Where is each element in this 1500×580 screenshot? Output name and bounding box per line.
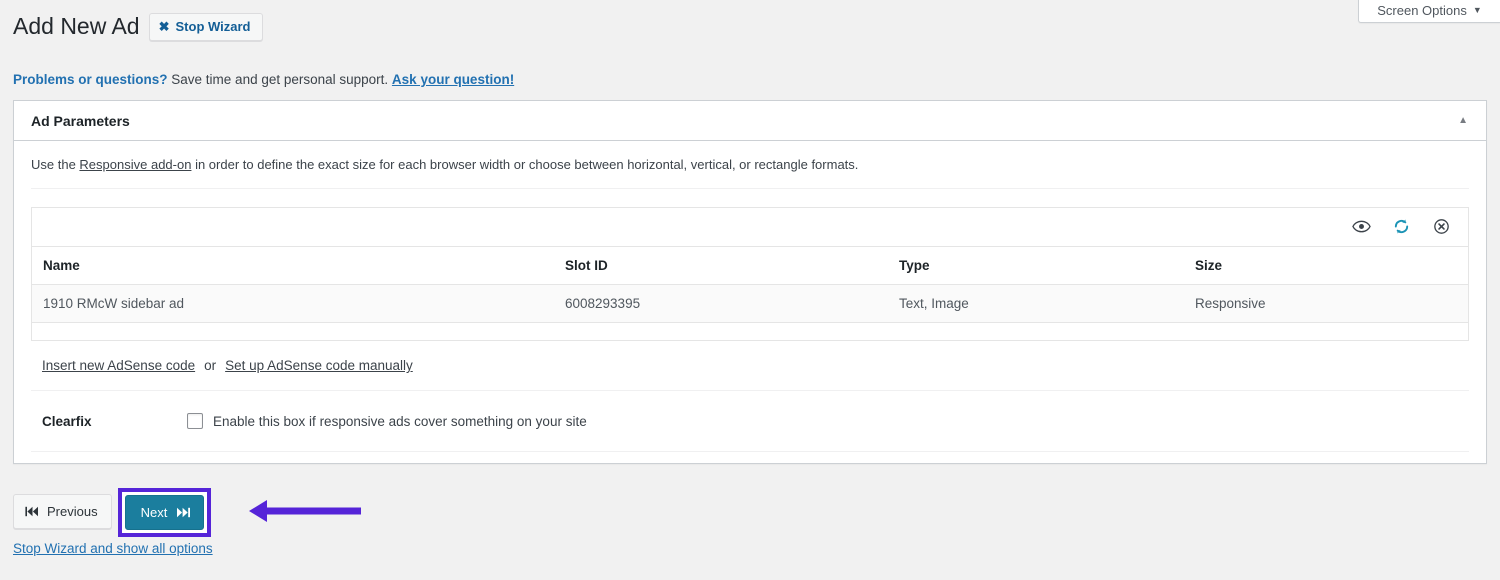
clearfix-checkbox-label[interactable]: Enable this box if responsive ads cover … (213, 414, 587, 429)
set-up-adsense-code-manually-link[interactable]: Set up AdSense code manually (225, 358, 413, 373)
chevron-down-icon: ▼ (1473, 6, 1482, 15)
column-header-size[interactable]: Size (1184, 247, 1468, 285)
column-header-name[interactable]: Name (32, 247, 554, 285)
double-arrow-left-icon (25, 506, 40, 517)
support-notice: Problems or questions? Save time and get… (13, 71, 514, 90)
column-header-type[interactable]: Type (888, 247, 1184, 285)
column-header-slot-id[interactable]: Slot ID (554, 247, 888, 285)
refresh-icon[interactable] (1388, 214, 1414, 240)
cell-type: Text, Image (888, 284, 1184, 322)
responsive-helper-text: Use the Responsive add-on in order to de… (31, 141, 1469, 189)
clearfix-field-row: Clearfix Enable this box if responsive a… (31, 391, 1469, 452)
table-row[interactable]: 1910 RMcW sidebar ad 6008293395 Text, Im… (32, 284, 1468, 322)
cell-name: 1910 RMcW sidebar ad (32, 284, 554, 322)
support-notice-text: Save time and get personal support. (168, 72, 392, 87)
wizard-button-bar: Previous Next (13, 488, 1487, 536)
table-header-row: Name Slot ID Type Size (32, 247, 1468, 285)
ask-your-question-link[interactable]: Ask your question! (392, 72, 514, 87)
screen-options-button[interactable]: Screen Options ▼ (1358, 0, 1500, 23)
stop-wizard-show-all-options-link[interactable]: Stop Wizard and show all options (13, 541, 213, 556)
close-x-icon: ✖ (159, 20, 170, 33)
previous-button-label: Previous (47, 504, 98, 519)
ad-parameters-panel-header[interactable]: Ad Parameters ▲ (14, 101, 1486, 141)
helper-text-after: in order to define the exact size for ea… (191, 157, 858, 172)
insert-new-adsense-code-link[interactable]: Insert new AdSense code (42, 358, 195, 373)
cell-size: Responsive (1184, 284, 1468, 322)
helper-text-before: Use the (31, 157, 79, 172)
clearfix-label: Clearfix (42, 414, 187, 429)
cell-slot-id: 6008293395 (554, 284, 888, 322)
adsense-ad-table: Name Slot ID Type Size 1910 RMcW sidebar… (31, 207, 1469, 342)
ad-list-table: Name Slot ID Type Size 1910 RMcW sidebar… (32, 247, 1468, 341)
ad-table-toolbar (32, 208, 1468, 247)
chevron-up-icon[interactable]: ▲ (1452, 112, 1474, 130)
wizard-footer: Previous Next Stop Wizard and show all o… (13, 488, 1487, 556)
next-button-label: Next (141, 506, 168, 519)
responsive-addon-link[interactable]: Responsive add-on (79, 157, 191, 172)
support-notice-strong: Problems or questions? (13, 72, 168, 87)
screen-options-label: Screen Options (1377, 4, 1467, 17)
page-header: Add New Ad ✖ Stop Wizard (13, 12, 263, 42)
stop-wizard-button-label: Stop Wizard (176, 20, 251, 33)
code-links-separator: or (195, 358, 225, 373)
ad-parameters-panel-body: Use the Responsive add-on in order to de… (14, 141, 1486, 463)
close-circle-icon[interactable] (1428, 214, 1454, 240)
eye-icon[interactable] (1348, 214, 1374, 240)
previous-button[interactable]: Previous (13, 494, 112, 529)
table-spacer-row (32, 322, 1468, 340)
next-button-highlight: Next (118, 488, 212, 537)
ad-parameters-panel: Ad Parameters ▲ Use the Responsive add-o… (13, 100, 1487, 464)
table-spacer-cell (32, 322, 1468, 340)
arrow-left-annotation (225, 491, 375, 531)
ad-parameters-title: Ad Parameters (31, 114, 130, 128)
adsense-code-links: Insert new AdSense codeorSet up AdSense … (31, 341, 1469, 391)
double-arrow-right-icon (175, 507, 192, 518)
next-button[interactable]: Next (125, 495, 205, 530)
clearfix-control: Enable this box if responsive ads cover … (187, 413, 587, 429)
clearfix-checkbox[interactable] (187, 413, 203, 429)
page-title: Add New Ad (13, 12, 149, 42)
stop-wizard-button[interactable]: ✖ Stop Wizard (149, 13, 263, 41)
